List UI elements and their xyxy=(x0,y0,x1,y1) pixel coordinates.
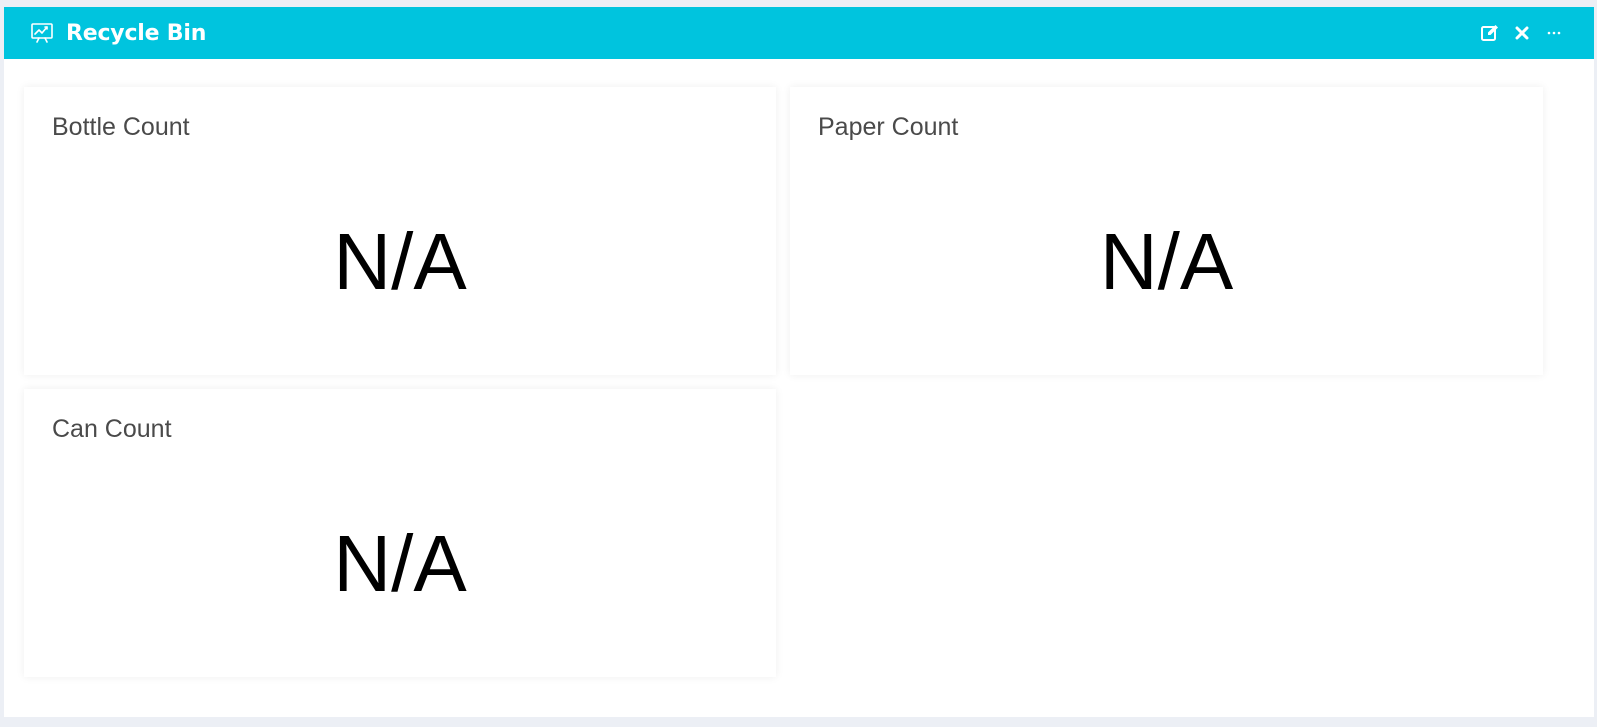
card-title: Paper Count xyxy=(818,113,959,141)
panel-title: Recycle Bin xyxy=(66,20,207,46)
header-actions xyxy=(1480,7,1564,59)
paper-count-card: Paper Count N/A xyxy=(790,87,1543,375)
recycle-bin-panel: Recycle Bin Bottle Count N/A Paper Count… xyxy=(4,7,1594,717)
presentation-chart-icon xyxy=(30,21,54,45)
close-icon[interactable] xyxy=(1512,23,1532,43)
can-count-card: Can Count N/A xyxy=(24,389,776,677)
ellipsis-icon[interactable] xyxy=(1544,23,1564,43)
card-title: Can Count xyxy=(52,415,172,443)
card-value: N/A xyxy=(333,519,467,608)
card-value: N/A xyxy=(333,217,467,306)
card-value: N/A xyxy=(1099,217,1234,306)
card-title: Bottle Count xyxy=(52,113,190,141)
edit-icon[interactable] xyxy=(1480,23,1500,43)
bottle-count-card: Bottle Count N/A xyxy=(24,87,776,375)
panel-header: Recycle Bin xyxy=(4,7,1594,59)
